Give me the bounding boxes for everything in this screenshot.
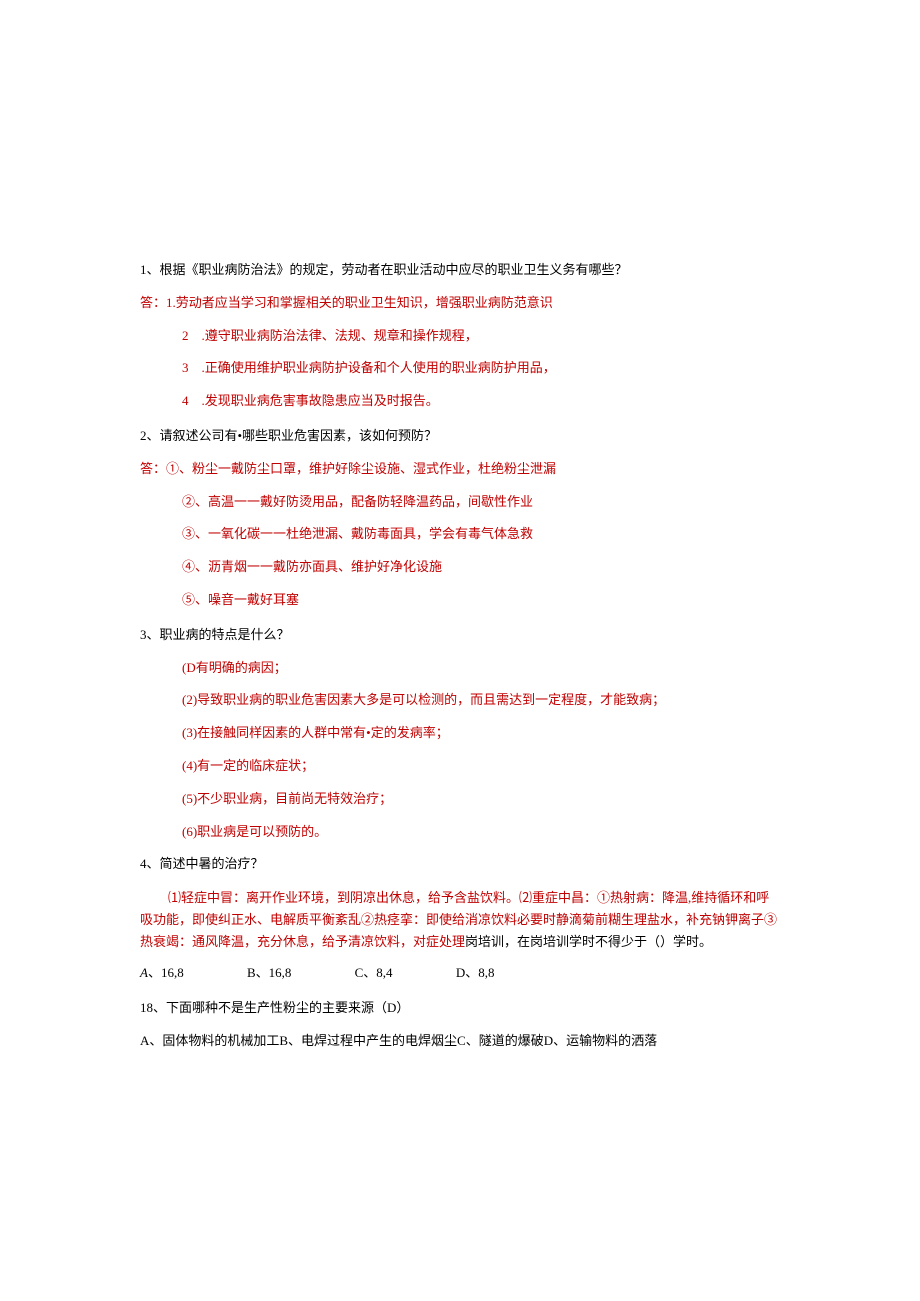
q3-answer-6: (6)职业病是可以预防的。 bbox=[140, 822, 780, 843]
question-2: 2、请叙述公司有•哪些职业危害因素，该如何预防？ bbox=[140, 426, 780, 447]
q3-answer-5: (5)不少职业病，目前尚无特效治疗； bbox=[140, 789, 780, 810]
options-row: A、16,8 B、16,8 C、8,4 D、8,8 bbox=[140, 963, 780, 984]
q2-answer-5: ⑤、噪音一戴好耳塞 bbox=[140, 590, 780, 611]
question-1: 1、根据《职业病防治法》的规定，劳动者在职业活动中应尽的职业卫生义务有哪些？ bbox=[140, 260, 780, 281]
q1-answer-4: 4 .发现职业病危害事故隐患应当及时报告。 bbox=[140, 391, 780, 412]
q4-answer-paragraph: ⑴轻症中冒：离开作业环境，到阴凉出休息，给予含盐饮料。⑵重症中昌：①热射病：降温… bbox=[140, 887, 780, 953]
q18-options-line: A、固体物料的机械加工B、电焊过程中产生的电焊烟尘C、隧道的爆破D、运输物料的洒… bbox=[140, 1031, 780, 1052]
q1-answer-2: 2 .遵守职业病防治法律、法规、规章和操作规程， bbox=[140, 326, 780, 347]
question-18: 18、下面哪种不是生产性粉尘的主要来源（D） bbox=[140, 998, 780, 1019]
question-4: 4、简述中暑的治疗？ bbox=[140, 854, 780, 875]
q4-black-text: 岗培训，在岗培训学时不得少于（）学时。 bbox=[465, 934, 712, 949]
option-c: C、8,4 bbox=[355, 963, 393, 984]
q3-answer-4: (4)有一定的临床症状； bbox=[140, 756, 780, 777]
q2-answer-2: ②、高温一一戴好防烫用品，配备防轻降温药品，间歇性作业 bbox=[140, 492, 780, 513]
q2-answer-4: ④、沥青烟一一戴防亦面具、维护好净化设施 bbox=[140, 557, 780, 578]
q2-answer-3: ③、一氧化碳一一杜绝泄漏、戴防毒面具，学会有毒气体急救 bbox=[140, 524, 780, 545]
q2-answer-1: 答：①、粉尘一戴防尘口罩，维护好除尘设施、湿式作业，杜绝粉尘泄漏 bbox=[140, 459, 780, 480]
q1-answer-3: 3 .正确使用维护职业病防护设备和个人使用的职业病防护用品， bbox=[140, 358, 780, 379]
question-3: 3、职业病的特点是什么？ bbox=[140, 625, 780, 646]
option-b: B、16,8 bbox=[247, 963, 291, 984]
q3-answer-1: (D有明确的病因； bbox=[140, 658, 780, 679]
q3-answer-2: (2)导致职业病的职业危害因素大多是可以检测的，而且需达到一定程度，才能致病； bbox=[140, 690, 780, 711]
q3-answer-3: (3)在接触同样因素的人群中常有•定的发病率； bbox=[140, 723, 780, 744]
q1-answer-1: 答：1.劳动者应当学习和掌握相关的职业卫生知识，增强职业病防范意识 bbox=[140, 293, 780, 314]
option-d: D、8,8 bbox=[456, 963, 495, 984]
option-a: A、16,8 bbox=[140, 963, 184, 984]
